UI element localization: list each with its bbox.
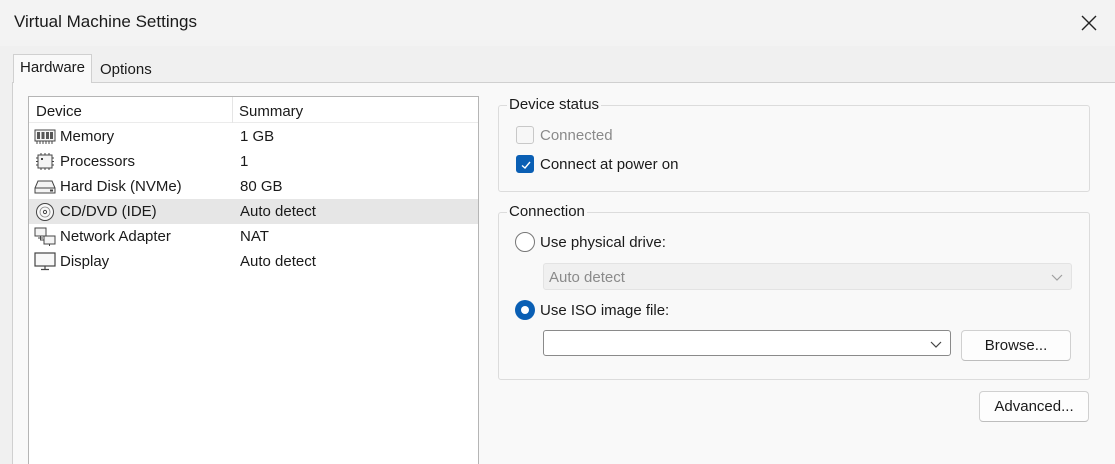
close-button[interactable] <box>1063 0 1115 46</box>
device-name: CD/DVD (IDE) <box>60 203 157 220</box>
device-status-group: Device status Connected Connect at power… <box>498 96 1090 192</box>
tab-options[interactable]: Options <box>94 57 158 85</box>
device-row-cd-dvd[interactable]: CD/DVD (IDE) Auto detect <box>29 199 478 224</box>
connected-label: Connected <box>540 127 613 144</box>
device-row-display[interactable]: Display Auto detect <box>29 249 478 274</box>
connect-at-power-on-checkbox[interactable] <box>516 155 534 173</box>
device-name: Memory <box>60 128 115 145</box>
connection-title: Connection <box>507 203 587 220</box>
device-name: Processors <box>60 153 136 170</box>
title-bar: Virtual Machine Settings <box>0 0 1115 46</box>
use-iso-image-label: Use ISO image file: <box>540 302 670 319</box>
device-row-processors[interactable]: Processors 1 <box>29 149 478 174</box>
list-header: Device Summary <box>29 97 478 123</box>
use-physical-drive-label: Use physical drive: <box>540 234 666 251</box>
window-title: Virtual Machine Settings <box>14 12 198 31</box>
device-row-memory[interactable]: Memory 1 GB <box>29 124 478 149</box>
close-icon <box>1081 15 1097 31</box>
chevron-down-icon <box>930 341 942 348</box>
physical-drive-value: Auto detect <box>549 269 625 286</box>
cd-dvd-icon <box>36 203 54 221</box>
column-header-summary[interactable]: Summary <box>239 103 303 120</box>
browse-button[interactable]: Browse... <box>961 330 1071 361</box>
device-summary: Auto detect <box>240 203 316 220</box>
column-header-device[interactable]: Device <box>36 103 82 120</box>
checkmark-icon <box>521 161 531 169</box>
column-separator[interactable] <box>232 97 233 123</box>
use-physical-drive-radio[interactable] <box>515 232 535 252</box>
device-name: Display <box>60 253 110 270</box>
chevron-down-icon <box>1051 274 1063 281</box>
device-summary: 1 <box>240 153 249 170</box>
processor-icon <box>36 153 54 170</box>
device-name: Network Adapter <box>60 228 171 245</box>
device-summary: NAT <box>240 228 269 245</box>
memory-icon <box>34 129 56 144</box>
connection-group: Connection Use physical drive: Auto dete… <box>498 203 1090 380</box>
device-name: Hard Disk (NVMe) <box>60 178 182 195</box>
display-icon <box>34 252 56 271</box>
use-iso-image-radio[interactable] <box>515 300 535 320</box>
tab-hardware[interactable]: Hardware <box>13 54 93 83</box>
device-summary: 1 GB <box>240 128 275 145</box>
device-status-title: Device status <box>507 96 602 113</box>
connect-at-power-on-label: Connect at power on <box>540 156 679 173</box>
connected-checkbox[interactable] <box>516 126 534 144</box>
device-list[interactable]: Device Summary Memory 1 GB Processors 1 … <box>28 96 479 464</box>
iso-path-combobox[interactable] <box>543 330 951 356</box>
network-adapter-icon <box>34 227 56 246</box>
hard-disk-icon <box>34 180 56 194</box>
physical-drive-select[interactable]: Auto detect <box>543 263 1072 290</box>
device-row-network-adapter[interactable]: Network Adapter NAT <box>29 224 478 249</box>
device-row-hard-disk[interactable]: Hard Disk (NVMe) 80 GB <box>29 174 478 199</box>
device-summary: 80 GB <box>240 178 283 195</box>
advanced-button[interactable]: Advanced... <box>979 391 1089 422</box>
device-summary: Auto detect <box>240 253 316 270</box>
